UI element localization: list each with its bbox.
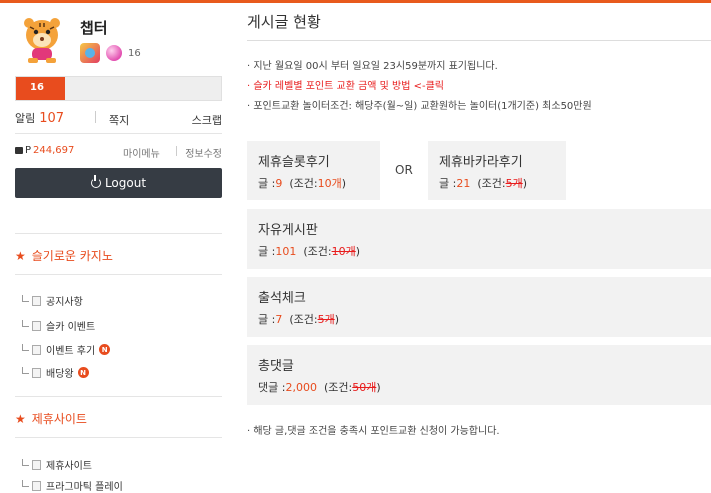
- alarm-count: 107: [39, 111, 65, 126]
- section-casino-label: 슬기로운 카지노: [31, 249, 113, 263]
- logout-button[interactable]: Logout: [15, 168, 222, 198]
- document-icon: [32, 344, 41, 355]
- board-count: 글 :101 (조건:10개): [258, 245, 360, 258]
- edit-info-link[interactable]: 정보수정: [185, 145, 222, 160]
- tiger-avatar: [24, 18, 60, 63]
- divider: [15, 396, 222, 397]
- board-count: 글 :7 (조건:5개): [258, 313, 339, 326]
- scrap-link[interactable]: 스크랩: [192, 112, 222, 128]
- document-icon: [32, 295, 41, 306]
- level-label: 16: [30, 82, 44, 93]
- board-name: 출석체크: [258, 291, 306, 306]
- sidebar: 챕터 16 16 알림 107 쪽지 스크랩 P 244,697 마이메뉴 정보수정…: [0, 3, 232, 493]
- sidebar-item-label: 제휴사이트: [46, 461, 92, 472]
- points-label: P: [25, 145, 32, 156]
- sidebar-item-label: 배당왕: [46, 369, 74, 380]
- sidebar-item-event[interactable]: 슬카 이벤트: [22, 318, 95, 333]
- page-title: 게시글 현황: [247, 13, 321, 31]
- main-content: 게시글 현황 · 지난 월요일 00시 부터 일요일 23시59분까지 표기됩니…: [247, 3, 711, 488]
- divider: [15, 233, 222, 234]
- section-casino-title[interactable]: ★ 슬기로운 카지노: [15, 247, 113, 264]
- board-name: 제휴슬롯후기: [258, 155, 330, 170]
- wallet-icon: [15, 146, 23, 154]
- or-label: OR: [395, 163, 413, 177]
- sidebar-item-pragmatic[interactable]: 프라그마틱 플레이: [22, 478, 123, 493]
- sidebar-item-notice[interactable]: 공지사항: [22, 293, 83, 308]
- document-icon: [32, 320, 41, 331]
- board-box-attendance[interactable]: 출석체크 글 :7 (조건:5개): [247, 277, 711, 337]
- memo-link[interactable]: 쪽지: [109, 112, 129, 128]
- sidebar-item-label: 프라그마틱 플레이: [46, 482, 123, 493]
- new-badge: N: [77, 367, 89, 378]
- board-name: 제휴바카라후기: [439, 155, 523, 170]
- divider: [15, 437, 222, 438]
- user-stats: 알림 107 쪽지 스크랩: [15, 110, 222, 132]
- level-number: 16: [128, 47, 141, 59]
- tree-branch-icon: [22, 295, 29, 302]
- alarm-label: 알림: [15, 112, 36, 125]
- rank-badge-icon: [80, 43, 100, 63]
- tree-branch-icon: [22, 480, 29, 487]
- footer-note: · 해당 글,댓글 조건을 충족시 포인트교환 신청이 가능합니다.: [247, 426, 500, 437]
- board-box-baccarat-review[interactable]: 제휴바카라후기 글 :21 (조건:5개): [428, 141, 566, 200]
- sidebar-item-event-review[interactable]: 이벤트 후기 N: [22, 342, 111, 357]
- board-name: 자유게시판: [258, 223, 318, 238]
- rank-icons: 16: [80, 43, 141, 63]
- document-icon: [32, 367, 41, 378]
- divider: [15, 274, 222, 275]
- title-underline: [247, 40, 711, 41]
- board-count: 글 :9 (조건:10개): [258, 177, 346, 190]
- pink-ball-icon: [106, 45, 122, 61]
- divider: [15, 133, 222, 134]
- board-count: 글 :21 (조건:5개): [439, 177, 527, 190]
- board-box-comments[interactable]: 총댓글 댓글 :2,000 (조건:50개): [247, 345, 711, 405]
- stats-separator: [95, 111, 96, 123]
- username: 챕터: [80, 19, 108, 37]
- logout-label: Logout: [104, 176, 147, 190]
- document-icon: [32, 459, 41, 470]
- notice-line: · 지난 월요일 00시 부터 일요일 23시59분까지 표기됩니다.: [247, 61, 498, 72]
- board-count: 댓글 :2,000 (조건:50개): [258, 381, 381, 394]
- points-row: P 244,697 마이메뉴 정보수정: [15, 145, 222, 160]
- new-badge: N: [99, 344, 111, 355]
- level-progress-bar: 16: [15, 76, 222, 101]
- level-exchange-link[interactable]: · 슬카 레벨별 포인트 교환 금액 및 방법 <-클릭: [247, 77, 444, 92]
- notice-line: · 포인트교환 놀이터조건: 해당주(월~일) 교환원하는 놀이터(1개기준) …: [247, 101, 592, 112]
- tree-branch-icon: [22, 320, 29, 327]
- board-box-slot-review[interactable]: 제휴슬롯후기 글 :9 (조건:10개): [247, 141, 380, 200]
- points-value: 244,697: [33, 145, 75, 156]
- document-icon: [32, 480, 41, 491]
- board-box-free[interactable]: 자유게시판 글 :101 (조건:10개): [247, 209, 711, 269]
- section-partner-title[interactable]: ★ 제휴사이트: [15, 410, 87, 427]
- power-icon: [90, 175, 101, 188]
- tree-branch-icon: [22, 367, 29, 374]
- tree-branch-icon: [22, 344, 29, 351]
- star-icon: ★: [15, 249, 26, 263]
- board-name: 총댓글: [258, 359, 294, 374]
- alarm-link[interactable]: 알림 107: [15, 110, 64, 126]
- sidebar-item-dividend[interactable]: 배당왕 N: [22, 365, 89, 380]
- section-partner-label: 제휴사이트: [31, 412, 87, 426]
- tree-branch-icon: [22, 459, 29, 466]
- my-menu-link[interactable]: 마이메뉴: [123, 145, 160, 160]
- sidebar-item-partner[interactable]: 제휴사이트: [22, 457, 92, 472]
- sidebar-item-label: 공지사항: [46, 297, 83, 308]
- sidebar-item-label: 슬카 이벤트: [46, 322, 96, 333]
- points-separator: [176, 146, 177, 156]
- sidebar-item-label: 이벤트 후기: [46, 346, 96, 357]
- star-icon: ★: [15, 412, 26, 426]
